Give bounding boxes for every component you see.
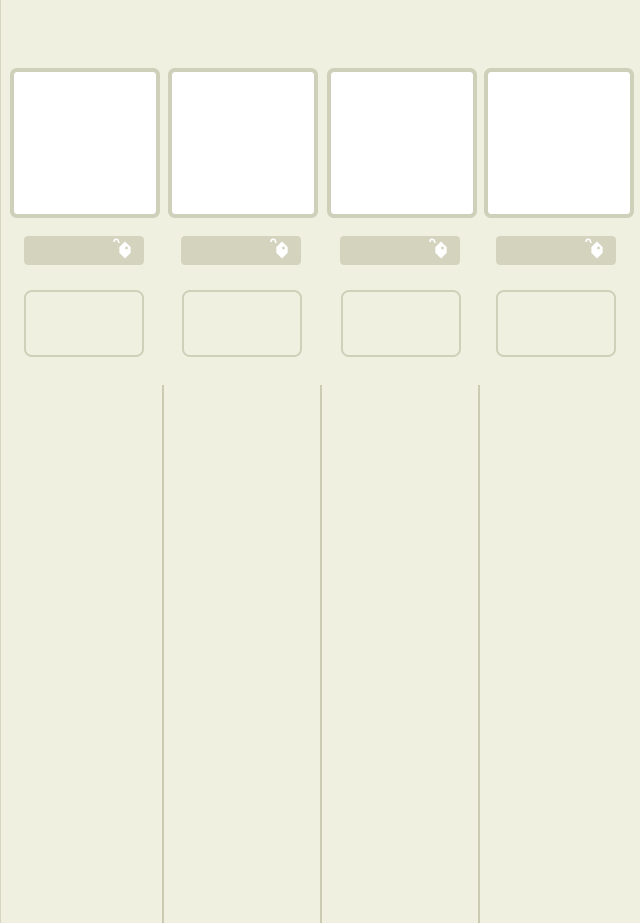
tag-icon[interactable] bbox=[267, 238, 289, 262]
item-card-3[interactable] bbox=[327, 68, 477, 218]
column-divider bbox=[162, 385, 164, 923]
tag-bar-4[interactable] bbox=[496, 236, 616, 265]
drop-slot-2[interactable] bbox=[182, 290, 302, 357]
drop-slot-3[interactable] bbox=[341, 290, 461, 357]
tag-bar-2[interactable] bbox=[181, 236, 301, 265]
tag-icon[interactable] bbox=[582, 238, 604, 262]
item-card-4[interactable] bbox=[484, 68, 634, 218]
item-card-1[interactable] bbox=[10, 68, 160, 218]
tag-icon[interactable] bbox=[110, 238, 132, 262]
drop-slot-1[interactable] bbox=[24, 290, 144, 357]
column-divider bbox=[478, 385, 480, 923]
tag-bar-3[interactable] bbox=[340, 236, 460, 265]
column-divider bbox=[320, 385, 322, 923]
tag-icon[interactable] bbox=[426, 238, 448, 262]
tag-bar-1[interactable] bbox=[24, 236, 144, 265]
item-card-2[interactable] bbox=[168, 68, 318, 218]
drop-slot-4[interactable] bbox=[496, 290, 616, 357]
left-edge-line bbox=[0, 0, 1, 923]
